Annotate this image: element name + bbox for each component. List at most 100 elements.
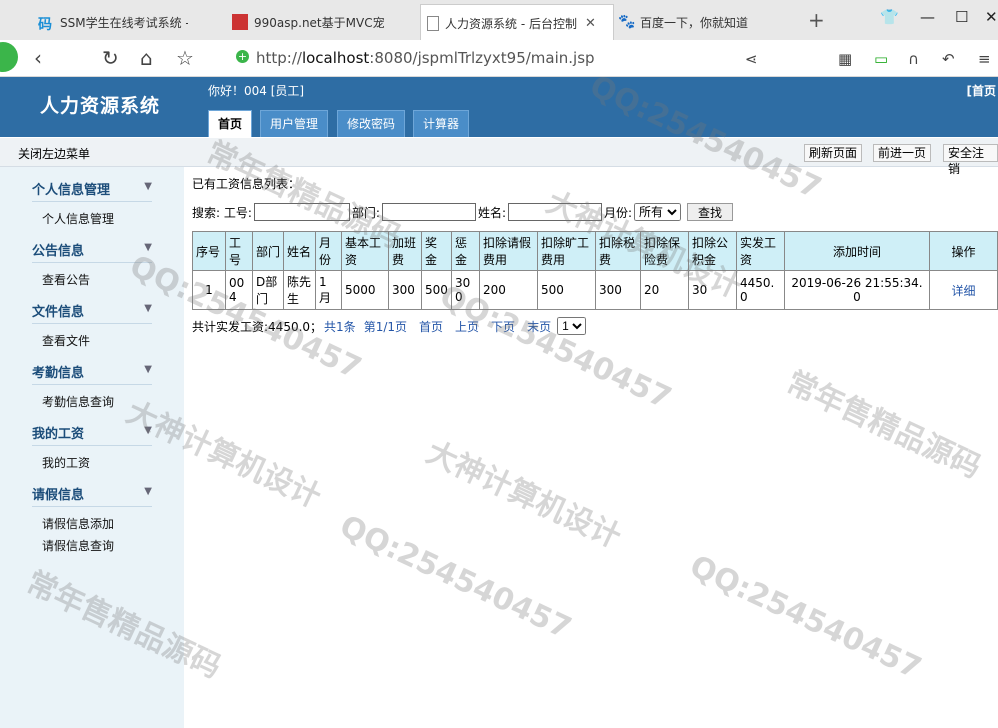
detail-link[interactable]: 详细 (951, 284, 975, 298)
home-icon[interactable]: ⌂ (140, 46, 153, 70)
shirt-icon[interactable]: 👕 (880, 8, 899, 26)
forward-page-button[interactable]: 前进一页 (873, 144, 932, 162)
close-tab-icon[interactable]: ✕ (585, 16, 596, 31)
table-cell: 1 (192, 270, 226, 310)
browser-tab-1[interactable]: 码 SSM学生在线考试系统 - (38, 4, 188, 40)
sidebar-section-salary[interactable]: 我的工资 ▼ (32, 423, 152, 446)
next-page-link[interactable]: 下页 (491, 318, 515, 335)
table-cell: D部门 (252, 270, 284, 310)
table-header-row: 序号 工号 部门 姓名 月份 基本工资 加班费 奖金 惩金 扣除请假费用 扣除旷… (192, 231, 998, 271)
salary-table: 序号 工号 部门 姓名 月份 基本工资 加班费 奖金 惩金 扣除请假费用 扣除旷… (192, 231, 998, 310)
tab-calculator[interactable]: 计算器 (413, 110, 470, 137)
logout-button[interactable]: 安全注销 (943, 144, 998, 176)
tab-home[interactable]: 首页 (208, 110, 253, 137)
column-header: 月份 (315, 231, 342, 271)
prev-page-link[interactable]: 上页 (455, 318, 479, 335)
table-row: 1 004 D部门 陈先生 1月 5000 300 500 300 200 50… (192, 270, 998, 310)
app-logo: 人力资源系统 (40, 95, 161, 117)
sidebar-section-notice[interactable]: 公告信息 ▼ (32, 240, 152, 263)
sidebar-item-view-notice[interactable]: 查看公告 (42, 271, 90, 288)
sidebar-section-personal[interactable]: 个人信息管理 ▼ (32, 179, 152, 202)
url-path: :8080/jspmlTrlzyxt95/main.jsp (369, 49, 595, 67)
undo-icon[interactable]: ↶ (942, 50, 955, 68)
section-title: 我的工资 (32, 427, 85, 442)
first-page-link[interactable]: 首页 (419, 318, 443, 335)
close-left-menu-link[interactable]: 关闭左边菜单 (18, 145, 90, 162)
table-cell: 20 (640, 270, 689, 310)
chevron-down-icon: ▼ (144, 425, 152, 436)
star-icon[interactable]: ☆ (176, 46, 194, 70)
apps-icon[interactable]: ▦ (838, 50, 852, 68)
column-header: 操作 (929, 231, 998, 271)
column-header: 扣除税费 (595, 231, 641, 271)
browser-tab-3-active[interactable]: 人力资源系统 - 后台控制 ✕ (420, 4, 614, 41)
table-cell: 5000 (341, 270, 389, 310)
new-tab-icon[interactable]: + (808, 8, 825, 32)
column-header: 姓名 (283, 231, 316, 271)
chevron-down-icon: ▼ (144, 242, 152, 253)
browser-tab-4[interactable]: 🐾 百度一下，你就知道 (618, 4, 788, 40)
table-cell: 200 (479, 270, 538, 310)
sidebar-section-files[interactable]: 文件信息 ▼ (32, 301, 152, 324)
section-title: 文件信息 (32, 305, 85, 320)
name-input[interactable] (508, 203, 602, 221)
column-header: 扣除请假费用 (479, 231, 538, 271)
table-cell: 1月 (315, 270, 342, 310)
column-header: 加班费 (388, 231, 422, 271)
sidebar-section-attendance[interactable]: 考勤信息 ▼ (32, 362, 152, 385)
sidebar-item-leave-add[interactable]: 请假信息添加 (42, 515, 114, 532)
chevron-down-icon: ▼ (144, 181, 152, 192)
search-button[interactable]: 查找 (687, 203, 734, 221)
table-cell: 2019-06-26 21:55:34.0 (784, 270, 930, 310)
column-header: 惩金 (451, 231, 480, 271)
back-icon[interactable]: ‹ (34, 46, 42, 70)
reload-icon[interactable]: ↻ (102, 46, 119, 70)
month-select[interactable]: 所有 (634, 203, 682, 221)
browser-tab-label: 人力资源系统 - 后台控制 (445, 16, 577, 31)
chevron-down-icon: ▼ (144, 364, 152, 375)
page-select[interactable]: 1 (557, 317, 587, 335)
sidebar-section-leave[interactable]: 请假信息 ▼ (32, 484, 152, 507)
total-salary: 共计实发工资:4450.0； (192, 319, 323, 334)
browser-tab-2[interactable]: 990asp.net基于MVC宠 (232, 4, 392, 40)
browser-tab-bar: 码 SSM学生在线考试系统 - 990asp.net基于MVC宠 人力资源系统 … (0, 0, 998, 41)
url-field[interactable]: http://localhost:8080/jspmlTrlzyxt95/mai… (256, 49, 595, 67)
pagination: 共计实发工资:4450.0； 共1条 第1/1页 首页 上页 下页 末页 1 (192, 317, 587, 335)
browser-tab-label: SSM学生在线考试系统 - (60, 15, 188, 30)
home-link[interactable]: [首页 (967, 82, 997, 99)
sidebar: 个人信息管理 ▼ 个人信息管理 公告信息 ▼ 查看公告 文件信息 ▼ 查看文件 考勤信… (0, 167, 184, 728)
sidebar-item-leave-query[interactable]: 请假信息查询 (42, 537, 114, 554)
section-title: 请假信息 (32, 488, 85, 503)
toolbar: 关闭左边菜单 刷新页面 前进一页 安全注销 (0, 138, 998, 176)
sidebar-item-personal-info[interactable]: 个人信息管理 (42, 210, 114, 227)
menu-icon[interactable]: ≡ (978, 50, 991, 68)
employee-id-input[interactable] (253, 203, 350, 221)
app-header: 人力资源系统 你好！004 [员工] [首页 首页 用户管理 修改密码 计算器 (0, 77, 998, 137)
name-label: 姓名: (477, 205, 506, 220)
minimize-icon[interactable]: — (920, 8, 935, 26)
battery-icon[interactable]: ▭ (874, 50, 888, 68)
browser-tab-label: 990asp.net基于MVC宠 (254, 15, 385, 30)
share-icon[interactable]: ⋖ (745, 50, 758, 68)
table-cell: 陈先生 (283, 270, 316, 310)
column-header: 添加时间 (784, 231, 930, 271)
refresh-page-button[interactable]: 刷新页面 (804, 144, 863, 162)
chevron-down-icon: ▼ (144, 486, 152, 497)
table-cell: 500 (537, 270, 596, 310)
section-title: 考勤信息 (32, 366, 85, 381)
column-header: 扣除旷工费用 (537, 231, 596, 271)
sidebar-item-attendance-query[interactable]: 考勤信息查询 (42, 393, 114, 410)
browser-logo-icon (0, 42, 18, 72)
headphones-icon[interactable]: ∩ (908, 50, 919, 68)
table-cell: 详细 (929, 270, 998, 310)
tab-change-password[interactable]: 修改密码 (337, 110, 406, 137)
sidebar-item-view-files[interactable]: 查看文件 (42, 332, 90, 349)
section-title: 公告信息 (32, 244, 85, 259)
tab-user-management[interactable]: 用户管理 (260, 110, 329, 137)
department-input[interactable] (381, 203, 476, 221)
sidebar-item-my-salary[interactable]: 我的工资 (42, 454, 90, 471)
table-cell: 300 (451, 270, 480, 310)
close-window-icon[interactable]: ✕ (985, 8, 998, 26)
last-page-link[interactable]: 末页 (527, 318, 551, 335)
maximize-icon[interactable]: ☐ (955, 8, 968, 26)
